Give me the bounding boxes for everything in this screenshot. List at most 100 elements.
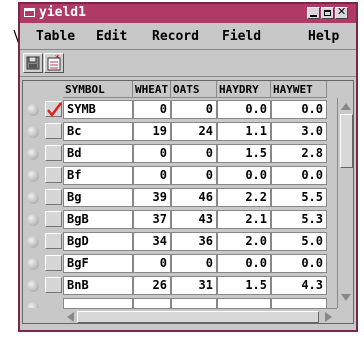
record-select-checkbox[interactable]: [45, 211, 62, 227]
table-cell-wheat[interactable]: 39: [133, 188, 171, 207]
scroll-down-icon[interactable]: [341, 294, 351, 301]
table-cell-haydry[interactable]: 0.0: [217, 100, 271, 119]
table-row[interactable]: Bc 19 24 1.1 3.0: [23, 120, 333, 142]
table-cell-haywet[interactable]: 3.0: [271, 122, 327, 141]
table-cell-oats[interactable]: 24: [171, 122, 217, 141]
table-row[interactable]: BgB 37 43 2.1 5.3: [23, 208, 333, 230]
menu-help[interactable]: Help: [308, 29, 339, 44]
menu-table[interactable]: Table: [36, 29, 75, 44]
table-cell-symbol[interactable]: Bf: [63, 166, 133, 185]
toolbar: *: [20, 50, 356, 77]
vertical-scrollbar[interactable]: [337, 98, 353, 308]
table-cell-oats[interactable]: 0: [171, 144, 217, 163]
save-button[interactable]: [23, 53, 43, 73]
table-row[interactable]: Bd 0 0 1.5 2.8: [23, 142, 333, 164]
record-status-dot: [27, 280, 39, 292]
table-cell-haydry[interactable]: 0.0: [217, 254, 271, 273]
scroll-left-icon[interactable]: [67, 312, 74, 322]
record-status-dot: [27, 126, 39, 138]
table-cell-wheat[interactable]: 0: [133, 100, 171, 119]
table-cell-symbol[interactable]: BnB: [63, 276, 133, 295]
table-cell-oats[interactable]: 0: [171, 166, 217, 185]
table-row[interactable]: Bg 39 46 2.2 5.5: [23, 186, 333, 208]
table-cell-oats[interactable]: 43: [171, 210, 217, 229]
table-cell-wheat[interactable]: 0: [133, 166, 171, 185]
table-cell-wheat[interactable]: 26: [133, 276, 171, 295]
record-select-checkbox[interactable]: [45, 233, 62, 249]
close-button[interactable]: ✕: [335, 5, 348, 19]
table-cell-wheat[interactable]: 34: [133, 232, 171, 251]
table-cell-haywet[interactable]: 0.0: [271, 100, 327, 119]
table-cell-oats[interactable]: 31: [171, 276, 217, 295]
table-cell-symbol[interactable]: BgD: [63, 232, 133, 251]
table-cell-wheat[interactable]: 0: [133, 144, 171, 163]
table-cell-symbol[interactable]: Bd: [63, 144, 133, 163]
column-header-wheat[interactable]: WHEAT: [133, 81, 171, 98]
table-cell-haywet[interactable]: 5.0: [271, 232, 327, 251]
column-header-haywet[interactable]: HAYWET: [271, 81, 327, 98]
table-cell-oats[interactable]: 46: [171, 188, 217, 207]
scroll-right-icon[interactable]: [325, 312, 332, 322]
table-row[interactable]: BgF 0 0 0.0 0.0: [23, 252, 333, 274]
horizontal-scroll-thumb[interactable]: [77, 311, 319, 323]
record-select-checkbox[interactable]: [45, 277, 62, 293]
record-select-checkbox[interactable]: [45, 255, 62, 271]
horizontal-scrollbar[interactable]: [63, 308, 337, 323]
window-menu-icon[interactable]: [24, 8, 35, 17]
table-cell-oats[interactable]: 36: [171, 232, 217, 251]
menu-bar: Table Edit Record Field Help: [20, 23, 356, 50]
record-status-dot: [27, 236, 39, 248]
table-cell-symbol[interactable]: Bc: [63, 122, 133, 141]
record-select-checkbox[interactable]: [45, 167, 62, 183]
table-cell-haydry[interactable]: 0.0: [217, 166, 271, 185]
table-cell-haydry[interactable]: 2.2: [217, 188, 271, 207]
title-bar[interactable]: yield1 ✕: [20, 4, 356, 23]
table-cell-haywet[interactable]: 5.5: [271, 188, 327, 207]
record-status-dot: [27, 192, 39, 204]
table-cell-haywet[interactable]: 2.8: [271, 144, 327, 163]
table-cell-symbol[interactable]: SYMB: [63, 100, 133, 119]
table-cell-haywet[interactable]: 0.0: [271, 254, 327, 273]
column-header-haydry[interactable]: HAYDRY: [217, 81, 271, 98]
table-row[interactable]: BnB 26 31 1.5 4.3: [23, 274, 333, 296]
table-cell-oats[interactable]: 0: [171, 254, 217, 273]
table-cell-haywet[interactable]: 0.0: [271, 166, 327, 185]
window-title: yield1: [39, 5, 86, 20]
table-cell-haywet[interactable]: 5.3: [271, 210, 327, 229]
new-record-button[interactable]: *: [44, 53, 64, 73]
table-grid: SYMBOL WHEAT OATS HAYDRY HAYWET SYMB 0 0 0.…: [22, 80, 354, 324]
table-cell-haydry[interactable]: 1.1: [217, 122, 271, 141]
vertical-scroll-thumb[interactable]: [340, 114, 353, 168]
minimize-button[interactable]: [307, 7, 320, 19]
table-cell-wheat[interactable]: 0: [133, 254, 171, 273]
table-cell-haywet[interactable]: 4.3: [271, 276, 327, 295]
column-header-oats[interactable]: OATS: [171, 81, 217, 98]
record-select-checkbox[interactable]: [45, 145, 62, 161]
column-header-symbol[interactable]: SYMBOL: [63, 81, 133, 98]
table-row[interactable]: Bf 0 0 0.0 0.0: [23, 164, 333, 186]
menu-field[interactable]: Field: [222, 29, 261, 44]
table-cell-haydry[interactable]: 1.5: [217, 276, 271, 295]
table-row[interactable]: BgD 34 36 2.0 5.0: [23, 230, 333, 252]
record-status-dot: [27, 258, 39, 270]
table-cell-oats[interactable]: 0: [171, 100, 217, 119]
table-cell-symbol[interactable]: BgB: [63, 210, 133, 229]
menu-record[interactable]: Record: [152, 29, 199, 44]
svg-text:*: *: [55, 54, 60, 64]
menu-edit[interactable]: Edit: [96, 29, 127, 44]
record-status-dot: [27, 302, 39, 308]
table-cell-haydry[interactable]: 1.5: [217, 144, 271, 163]
table-cell-wheat[interactable]: 37: [133, 210, 171, 229]
table-cell-symbol[interactable]: Bg: [63, 188, 133, 207]
record-select-checkbox[interactable]: [45, 123, 62, 139]
table-cell-haydry[interactable]: 2.0: [217, 232, 271, 251]
scroll-up-icon[interactable]: [341, 103, 351, 110]
table-cell-wheat[interactable]: 19: [133, 122, 171, 141]
record-select-checkbox[interactable]: [45, 189, 62, 205]
table-cell-haydry[interactable]: 2.1: [217, 210, 271, 229]
table-cell-symbol[interactable]: BgF: [63, 254, 133, 273]
save-icon: [26, 56, 40, 70]
table-row[interactable]: SYMB 0 0 0.0 0.0: [23, 98, 333, 120]
maximize-button[interactable]: [321, 7, 334, 19]
record-select-checkbox[interactable]: [45, 101, 62, 118]
